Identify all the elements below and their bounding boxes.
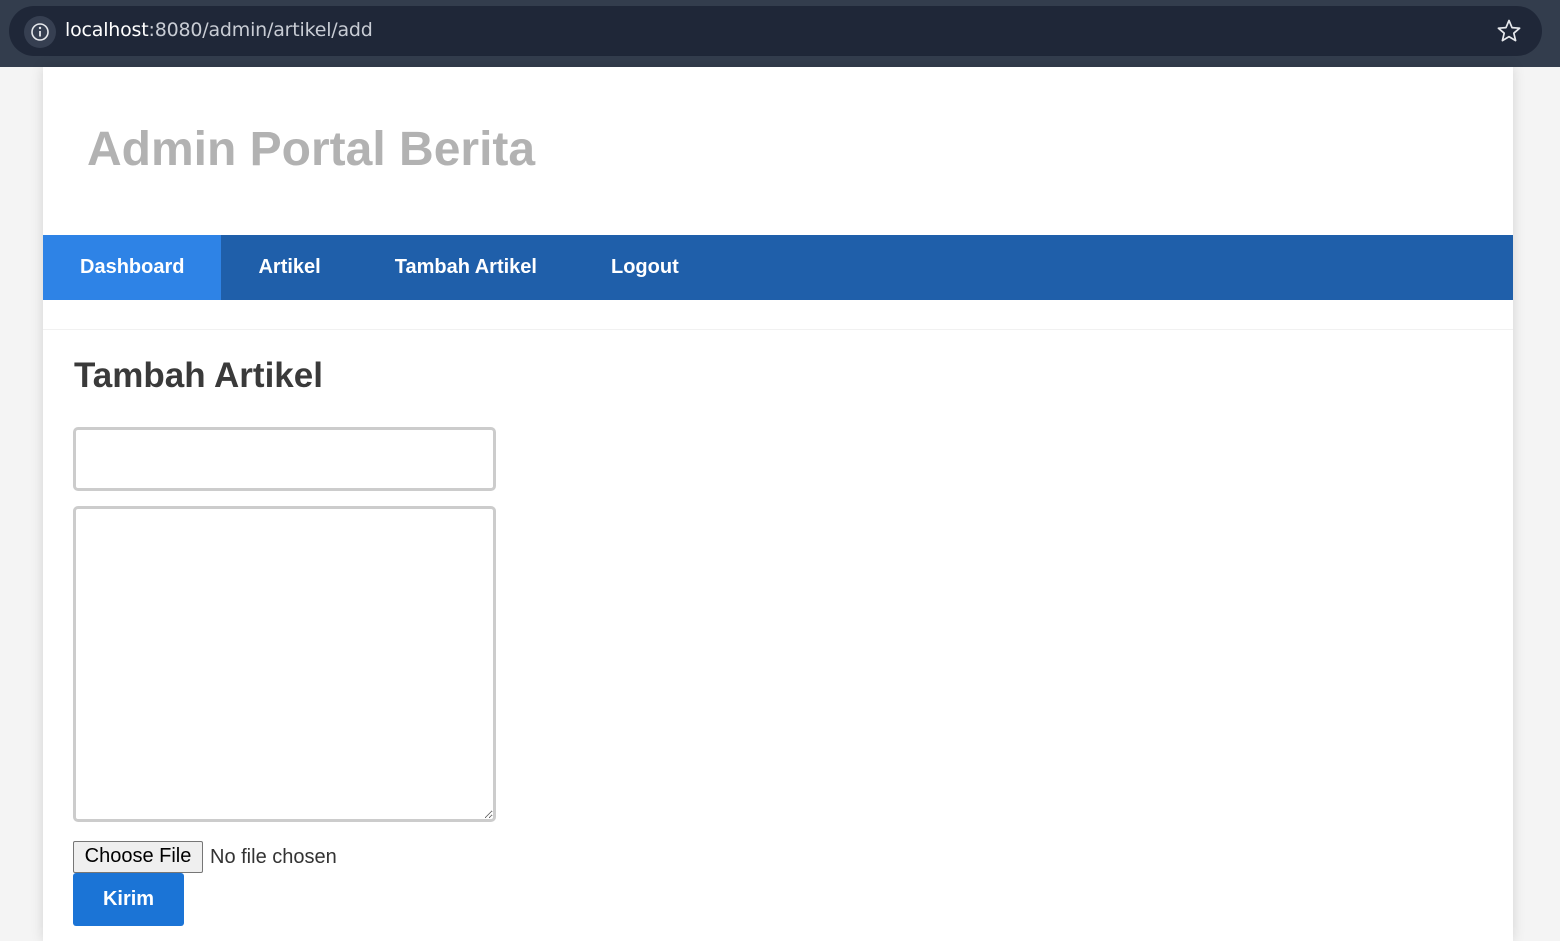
page-container: Admin Portal Berita Dashboard Artikel Ta… [43,67,1513,941]
url-path: :8080/admin/artikel/add [148,19,373,41]
url-text[interactable]: localhost:8080/admin/artikel/add [65,19,373,41]
star-icon-glyph [1497,19,1521,42]
address-bar[interactable]: localhost:8080/admin/artikel/add [9,6,1542,56]
content-divider [43,329,1513,330]
file-status-text: No file chosen [210,846,337,868]
site-header: Admin Portal Berita [43,67,1513,235]
browser-toolbar: localhost:8080/admin/artikel/add [0,0,1560,67]
star-icon[interactable] [1496,18,1522,44]
main-nav: Dashboard Artikel Tambah Artikel Logout [43,235,1513,300]
info-icon-glyph [31,23,49,41]
site-title: Admin Portal Berita [87,123,536,176]
submit-button[interactable]: Kirim [73,873,184,926]
url-host: localhost [65,19,149,41]
choose-file-button[interactable]: Choose File [73,841,203,873]
info-icon[interactable] [24,16,56,48]
nav-item-tambah-artikel[interactable]: Tambah Artikel [358,235,574,300]
nav-item-dashboard[interactable]: Dashboard [43,235,222,300]
article-content-textarea[interactable] [73,506,496,822]
nav-item-logout[interactable]: Logout [574,235,716,300]
nav-item-artikel[interactable]: Artikel [221,235,357,300]
page-title: Tambah Artikel [74,356,323,395]
article-title-input[interactable] [73,427,496,491]
